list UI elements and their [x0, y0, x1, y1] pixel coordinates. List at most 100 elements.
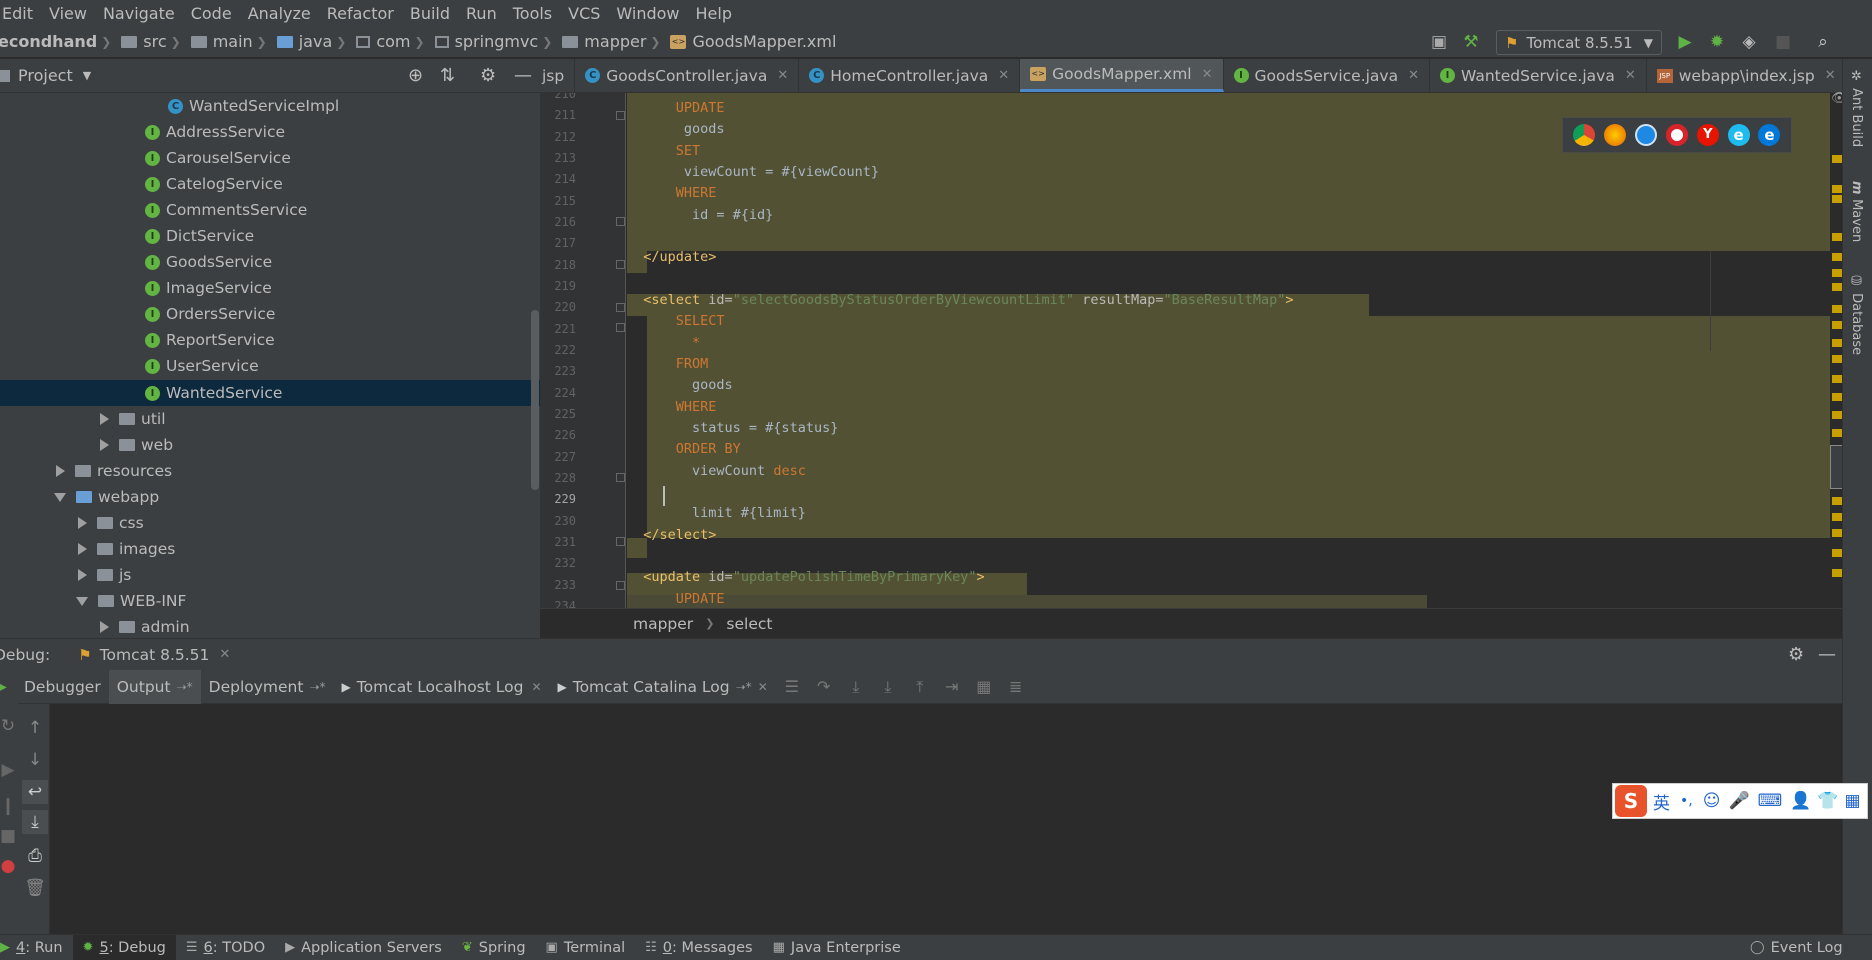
tree-item-selected[interactable]: I WantedService [0, 380, 540, 406]
project-scrollbar[interactable] [531, 310, 539, 490]
tree-item[interactable]: I UserService [0, 353, 540, 379]
marker[interactable] [1832, 429, 1842, 437]
tab-goodsservice[interactable]: I GoodsService.java ✕ [1224, 59, 1431, 92]
tool-messages[interactable]: ☷ 0: Messages [635, 935, 763, 960]
crumb-main[interactable]: main ❯ [190, 32, 273, 51]
run-icon[interactable]: ▶ [1674, 31, 1696, 53]
ant-build-tool[interactable]: ✲ Ant Build [1849, 69, 1864, 147]
fold-marker-icon[interactable] [616, 260, 625, 269]
close-icon[interactable]: ✕ [531, 680, 541, 694]
opera-icon[interactable] [1665, 124, 1688, 146]
scroll-down-icon[interactable]: ↓ [22, 748, 48, 772]
marker[interactable] [1832, 305, 1842, 313]
rerun-icon[interactable]: ↻ [0, 714, 16, 738]
project-panel-title[interactable]: Project [18, 66, 73, 85]
fold-marker-icon[interactable] [616, 111, 625, 120]
tree-item[interactable]: I CarouselService [0, 145, 540, 171]
close-icon[interactable]: ✕ [219, 647, 230, 662]
marker[interactable] [1832, 569, 1842, 577]
fold-marker-icon[interactable] [616, 581, 625, 590]
crumb-mapper[interactable]: mapper ❯ [562, 32, 666, 51]
marker[interactable] [1832, 549, 1842, 557]
marker[interactable] [1832, 269, 1842, 277]
keyboard-icon[interactable]: ⌨ [1758, 791, 1783, 811]
tool-application-servers[interactable]: ▶ Application Servers [275, 935, 452, 960]
console-output[interactable] [51, 704, 1842, 934]
marker[interactable] [1832, 155, 1842, 163]
debug-session-tab[interactable]: Tomcat 8.5.51 [100, 646, 210, 664]
tool-event-log[interactable]: ◯ Event Log [1740, 935, 1853, 960]
tree-item[interactable]: webapp [0, 484, 540, 510]
marker[interactable] [1832, 355, 1842, 363]
breakpoints-icon[interactable]: ● [0, 854, 16, 878]
close-icon[interactable]: ✕ [1408, 68, 1419, 83]
close-icon[interactable]: ✕ [1202, 67, 1213, 82]
ime-punctuation-toggle[interactable]: •, [1680, 793, 1693, 809]
tab-tomcat-localhost-log[interactable]: ▶ Tomcat Localhost Log ✕ [334, 670, 550, 704]
editor-crumb-select[interactable]: select [726, 615, 772, 633]
frames-icon[interactable]: ☰ [780, 675, 804, 699]
expand-arrow-icon[interactable] [56, 465, 65, 477]
tree-item[interactable]: I ImageService [0, 275, 540, 301]
menu-refactor[interactable]: Refactor [327, 4, 394, 23]
tab-debugger[interactable]: Debugger [18, 670, 109, 704]
gear-icon[interactable]: ⚙ [1788, 644, 1804, 665]
tree-item[interactable]: I ReportService [0, 327, 540, 353]
close-icon[interactable]: ✕ [758, 680, 768, 694]
marker[interactable] [1832, 233, 1842, 241]
safari-icon[interactable] [1635, 124, 1658, 146]
scroll-up-icon[interactable]: ↑ [22, 716, 48, 740]
hide-panel-icon[interactable]: — [514, 65, 532, 86]
expand-arrow-icon[interactable] [100, 413, 109, 425]
close-icon[interactable]: ✕ [777, 68, 788, 83]
project-structure-icon[interactable]: ▣ [1428, 31, 1450, 53]
tree-item[interactable]: I OrdersService [0, 301, 540, 327]
tab-index-jsp[interactable]: JSP webapp\index.jsp ✕ [1647, 59, 1847, 92]
tab-output[interactable]: Output ➝* [108, 669, 201, 704]
tree-item[interactable]: I DictService [0, 223, 540, 249]
tree-item[interactable]: web [0, 432, 540, 458]
expand-arrow-icon[interactable] [78, 569, 87, 581]
chrome-icon[interactable] [1573, 124, 1596, 146]
tree-item[interactable]: resources [0, 458, 540, 484]
marker[interactable] [1832, 375, 1842, 383]
marker[interactable] [1832, 283, 1842, 291]
trace-icon[interactable]: ≣ [1004, 675, 1028, 699]
collapse-arrow-icon[interactable] [76, 596, 88, 606]
run-to-cursor-icon[interactable]: ⇥ [940, 675, 964, 699]
expand-arrow-icon[interactable] [100, 439, 109, 451]
stop-icon[interactable]: ■ [1772, 31, 1794, 53]
emoji-icon[interactable]: ☺ [1703, 791, 1721, 811]
firefox-icon[interactable] [1604, 124, 1627, 146]
tree-item[interactable]: js [0, 562, 540, 588]
tool-run[interactable]: ▶ 4: Run [0, 935, 73, 960]
collapse-arrow-icon[interactable] [54, 492, 66, 502]
code-editor[interactable]: UPDATE goods SET viewCount = #{viewCount… [627, 93, 1830, 608]
menu-vcs[interactable]: VCS [568, 4, 600, 23]
tree-item[interactable]: C WantedServiceImpl [0, 93, 540, 119]
marker[interactable] [1832, 339, 1842, 347]
menu-run[interactable]: Run [466, 4, 497, 23]
menu-navigate[interactable]: Navigate [103, 4, 175, 23]
crumb-project[interactable]: econdhand ❯ [0, 32, 117, 51]
menu-analyze[interactable]: Analyze [248, 4, 311, 23]
debug-bug-icon[interactable]: ✹ [1706, 31, 1728, 53]
tab-tomcat-catalina-log[interactable]: ▶ Tomcat Catalina Log ➝* ✕ [550, 670, 776, 704]
evaluate-icon[interactable]: ▦ [972, 675, 996, 699]
marker[interactable] [1832, 411, 1842, 419]
menu-edit[interactable]: Edit [2, 4, 33, 23]
fold-marker-icon[interactable] [616, 473, 625, 482]
marker[interactable] [1832, 393, 1842, 401]
marker[interactable] [1832, 497, 1842, 505]
menu-tools[interactable]: Tools [513, 4, 552, 23]
marker[interactable] [1832, 253, 1842, 261]
editor-crumb-mapper[interactable]: mapper [633, 615, 693, 633]
crumb-com[interactable]: com ❯ [356, 32, 430, 51]
close-icon[interactable]: ✕ [1825, 68, 1836, 83]
marker[interactable] [1832, 321, 1842, 329]
sogou-logo-icon[interactable]: S [1615, 785, 1647, 817]
tree-item[interactable]: admin [0, 614, 540, 638]
expand-arrow-icon[interactable] [100, 621, 109, 633]
microphone-icon[interactable]: 🎤 [1728, 791, 1749, 811]
fold-marker-icon[interactable] [616, 537, 625, 546]
